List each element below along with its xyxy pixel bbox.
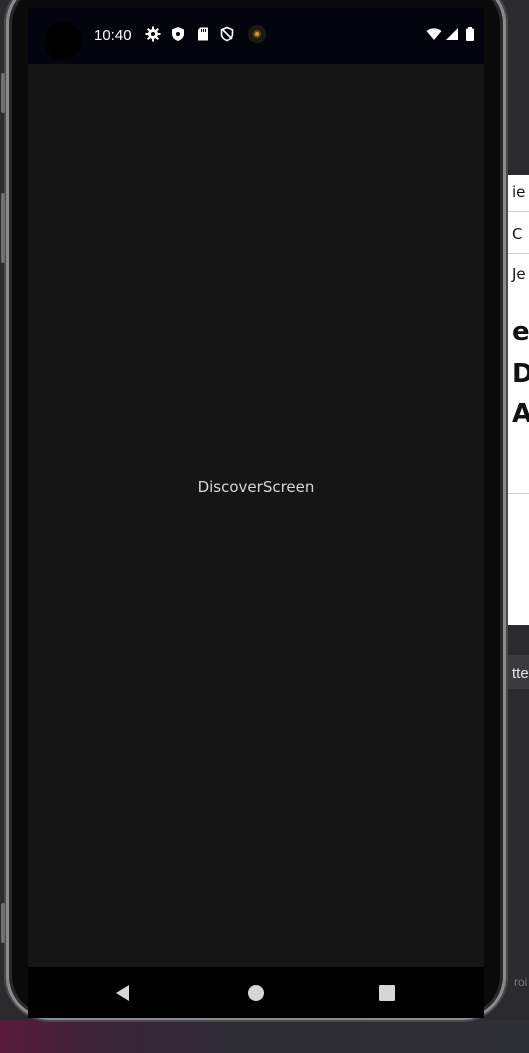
background-app-window: ie C Je e D A [508,175,529,625]
window-text-fragment: e [512,317,529,347]
status-time: 10:40 [94,27,132,44]
screen-label: DiscoverScreen [197,478,315,496]
wifi-icon [426,28,442,40]
back-icon[interactable] [113,983,133,1003]
window-text-fragment: C [512,225,523,243]
window-text-fragment: Je [512,265,526,283]
sd-card-icon [198,27,208,41]
home-icon[interactable] [246,983,266,1003]
panel-tab-label: tte [512,665,529,682]
window-divider [508,211,529,212]
device-screen: 10:40 DiscoverScreen [28,8,484,1018]
signal-icon [446,28,458,40]
navigation-bar [28,967,484,1018]
battery-icon [466,27,474,41]
gear-icon [145,26,161,42]
power-button[interactable] [1,193,5,263]
side-button[interactable] [1,903,5,943]
desktop-taskbar [0,1020,529,1053]
window-divider [508,253,529,254]
panel-hint-text: roi [514,975,528,989]
status-bar: 10:40 [28,8,484,64]
window-text-fragment: A [512,399,529,429]
shield-icon [172,27,184,41]
front-camera [44,22,82,60]
camera-dot-icon [248,25,266,43]
window-divider [508,493,529,494]
window-text-fragment: D [512,359,529,389]
discover-screen: DiscoverScreen [28,64,484,967]
recents-icon[interactable] [377,983,397,1003]
vpn-shield-icon [220,26,234,42]
volume-button[interactable] [1,73,5,113]
background-app-panel: tte roi [508,625,529,1020]
window-text-fragment: ie [512,183,526,201]
